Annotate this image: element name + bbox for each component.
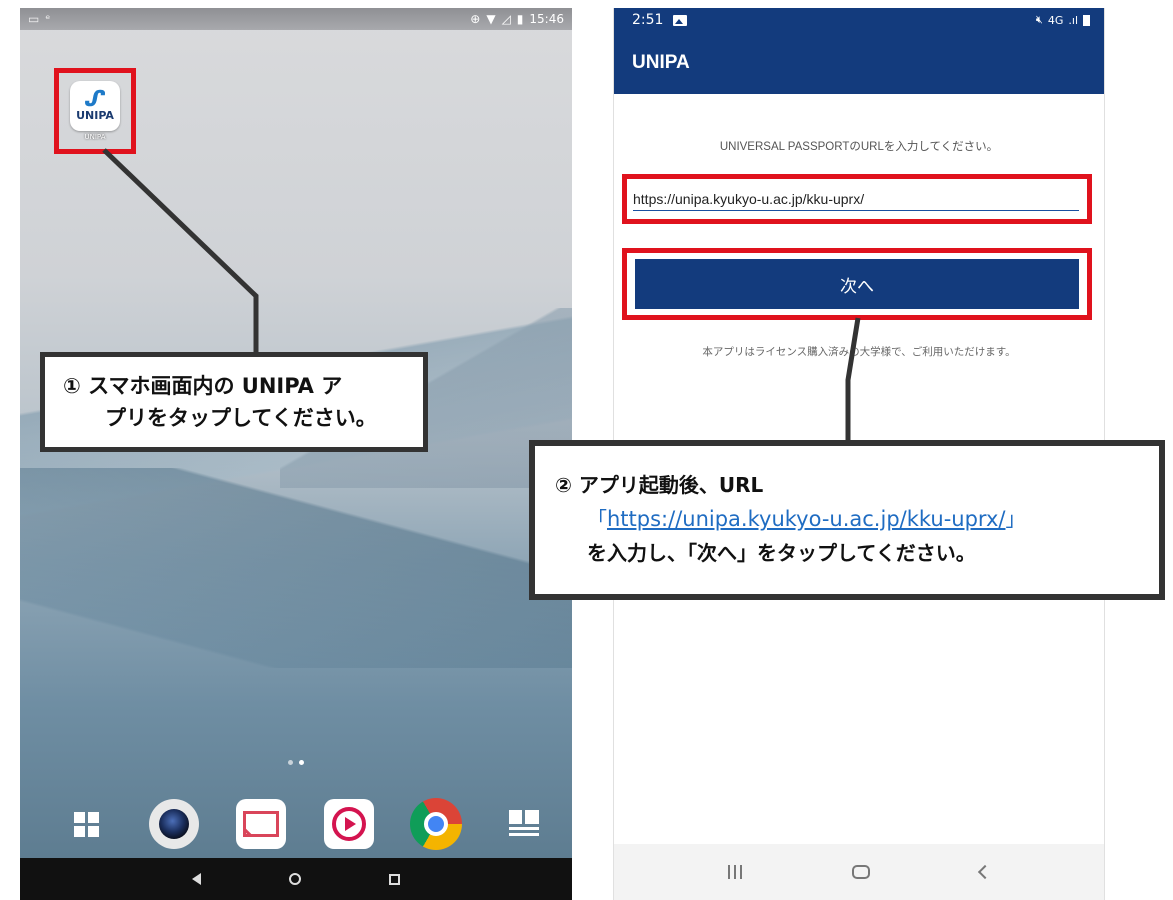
next-button[interactable]: 次へ [635,259,1079,309]
status-bar: ▭ ᵉ ⊕ ▼ ◿ ▮ 15:46 [20,8,572,30]
home-screen: ▭ ᵉ ⊕ ▼ ◿ ▮ 15:46 ᔑ UNIPA UNIPA [20,8,572,900]
callout-step-2-url-line: 「https://unipa.kyukyo-u.ac.jp/kku-uprx/」 [555,502,1159,536]
mail-icon[interactable] [235,798,287,850]
mute-icon: 🔇︎ [1035,13,1043,26]
battery-icon: ▮ [516,12,524,26]
wallpaper-ridge [20,468,572,668]
sync-icon: ⊕ [470,12,481,26]
url-field-highlight [622,174,1092,224]
url-instruction: UNIVERSAL PASSPORTのURLを入力してください。 [719,141,999,153]
battery-icon [1083,14,1090,26]
navigation-bar [20,858,572,900]
apps-grid-icon[interactable] [60,798,112,850]
page-dot [288,760,293,765]
next-button-highlight: 次へ [622,248,1092,320]
status-time: 15:46 [529,12,564,26]
open-bracket: 「 [587,507,607,531]
video-play-icon[interactable] [323,798,375,850]
chrome-icon[interactable] [410,798,463,850]
callout-step-1-line2: プリをタップしてください。 [105,406,377,430]
callout-step-1: ① スマホ画面内の UNIPA ア プリをタップしてください。 [40,352,428,452]
recents-icon[interactable] [728,865,742,879]
unipa-logo-mark: ᔑ [84,87,106,112]
app-bar: UNIPA [614,32,1104,94]
callout-step-2: ② アプリ起動後、URL 「https://unipa.kyukyo-u.ac.… [529,440,1165,600]
notification-icon: ᵉ [45,12,51,26]
signal-icon: ◿ [501,12,511,26]
recents-icon[interactable] [389,873,400,885]
back-icon[interactable] [977,864,993,880]
page-dot-active [299,760,304,765]
unipa-app-icon[interactable]: ᔑ UNIPA [70,81,120,131]
gallery-notification-icon [673,14,688,26]
unipa-logo-text: UNIPA [76,109,114,122]
status-bar: 2:51 🔇︎ 4G .ıl [614,8,1104,32]
wifi-icon: ▼ [486,12,496,26]
home-icon[interactable] [852,865,870,879]
license-note: 本アプリはライセンス購入済みの大学様で、ご利用いただけます。 [702,346,1016,358]
page-indicator [288,760,304,765]
home-icon[interactable] [289,873,301,885]
notification-icon: ▭ [28,12,40,26]
unipa-app-label: UNIPA [84,133,106,141]
callout-step-2-line1: ② アプリ起動後、URL [555,473,764,497]
camera-icon[interactable] [148,798,200,850]
callout-step-2-line3: を入力し、「次へ」をタップしてください。 [587,541,976,565]
close-bracket: 」 [1005,507,1026,531]
status-time: 2:51 [632,12,664,28]
navigation-bar [614,844,1104,900]
app-title: UNIPA [632,52,690,73]
url-input[interactable] [633,187,1079,211]
app-dock [60,792,550,856]
news-icon[interactable] [498,798,550,850]
back-icon[interactable] [192,873,201,885]
callout-step-1-line1: ① スマホ画面内の UNIPA ア [63,374,343,398]
network-type: 4G [1047,13,1064,27]
url-link[interactable]: https://unipa.kyukyo-u.ac.jp/kku-uprx/ [607,507,1006,531]
signal-icon: .ıl [1068,13,1078,27]
unipa-app-highlight[interactable]: ᔑ UNIPA UNIPA [54,68,136,154]
